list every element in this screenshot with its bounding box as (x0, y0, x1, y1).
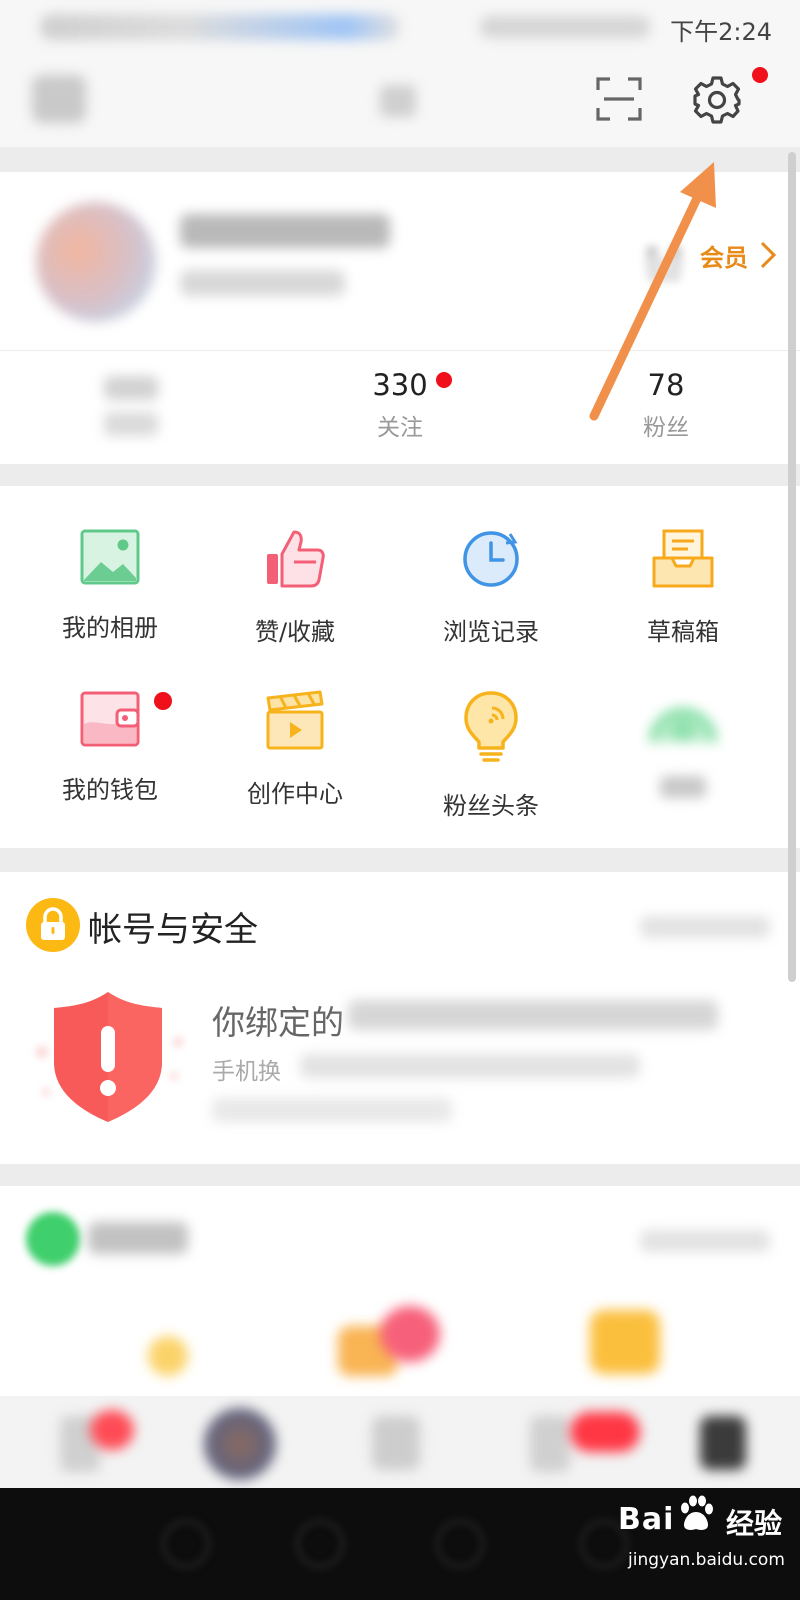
watermark-brand-left: Bai (618, 1502, 675, 1537)
photo-album-icon (80, 529, 140, 585)
account-security-section[interactable]: 帐号与安全 你绑定的 手机换 (0, 872, 800, 1164)
tab-video-icon[interactable] (204, 1408, 276, 1480)
security-message-blurred (212, 1098, 452, 1122)
wallet-badge-dot (154, 692, 172, 710)
blurred-section-more[interactable] (640, 1230, 770, 1252)
grid-item-label: 草稿箱 (647, 618, 719, 646)
security-message-blurred (300, 1054, 640, 1078)
blurred-section-title (88, 1222, 188, 1254)
vip-label[interactable]: 会员 (700, 238, 748, 273)
thumbs-up-icon (267, 530, 325, 588)
stat-blurred-value (104, 376, 158, 400)
following-label: 关注 (377, 415, 423, 441)
grid-item-blurred[interactable] (588, 690, 778, 798)
blurred-item-icon[interactable] (148, 1336, 188, 1376)
section-more-blurred[interactable] (640, 916, 770, 938)
tab-badge (570, 1412, 640, 1452)
stat-fans[interactable]: 78 粉丝 (606, 368, 726, 442)
blurred-green-icon (649, 708, 717, 743)
function-grid: 我的相册 赞/收藏 浏览记录 草稿箱 我的钱包 创作中心 粉丝头条 (0, 486, 800, 848)
grid-item-fans-headline[interactable]: 粉丝头条 (396, 690, 586, 821)
status-bar: 下午2:24 (0, 0, 800, 55)
lightbulb-icon (464, 691, 518, 762)
scan-icon[interactable] (596, 77, 642, 121)
grid-item-label: 我的相册 (62, 614, 158, 642)
grid-item-label: 我的钱包 (62, 776, 158, 804)
profile-card[interactable]: 会员 330 关注 78 粉丝 (0, 172, 800, 464)
grid-item-history[interactable]: 浏览记录 (396, 528, 586, 647)
clapperboard-icon (266, 690, 324, 750)
status-bar-blurred-info (40, 14, 400, 40)
grid-item-label: 浏览记录 (443, 618, 539, 646)
nav-home-icon[interactable] (296, 1520, 344, 1568)
baidu-jingyan-watermark: Bai 经验 jingyan.baidu.com (618, 1484, 790, 1584)
menu-icon[interactable] (32, 75, 86, 123)
scrollbar[interactable] (788, 152, 796, 982)
blurred-section-icon (26, 1212, 80, 1266)
draft-box-icon (652, 529, 714, 588)
tab-message-icon[interactable] (530, 1416, 570, 1472)
warning-shield-icon (36, 992, 183, 1122)
grid-item-blurred-label (660, 776, 706, 798)
top-nav (0, 55, 800, 147)
fans-label: 粉丝 (643, 415, 689, 441)
section-divider (0, 1164, 800, 1186)
title-icon (380, 85, 416, 117)
blurred-item-icon[interactable] (590, 1310, 660, 1374)
vip-basket-icon (644, 245, 684, 282)
nav-recents-icon[interactable] (436, 1520, 484, 1568)
user-subtitle-blurred (180, 270, 345, 296)
section-divider (0, 464, 800, 486)
avatar[interactable] (36, 202, 156, 322)
grid-item-drafts[interactable]: 草稿箱 (588, 528, 778, 647)
grid-item-label: 创作中心 (247, 780, 343, 808)
grid-item-wallet[interactable]: 我的钱包 (15, 690, 205, 805)
chevron-right-icon[interactable] (758, 240, 778, 270)
grid-item-label: 粉丝头条 (443, 792, 539, 820)
wallet-icon (80, 691, 140, 747)
settings-badge-dot (752, 67, 768, 83)
blurred-item-icon[interactable] (380, 1306, 440, 1362)
watermark-brand-right: 经验 (726, 1507, 783, 1540)
tab-badge (90, 1410, 134, 1450)
security-message-line1: 你绑定的 (212, 1003, 344, 1042)
grid-item-likes[interactable]: 赞/收藏 (200, 528, 390, 647)
tab-publish-icon[interactable] (372, 1416, 420, 1470)
paw-logo-icon (681, 1495, 713, 1530)
settings-gear-icon[interactable] (692, 75, 742, 125)
profile-separator (0, 350, 800, 351)
status-bar-blurred-signal (480, 16, 650, 38)
section-title: 帐号与安全 (88, 910, 258, 950)
nav-back-icon[interactable] (162, 1520, 210, 1568)
grid-item-creator-center[interactable]: 创作中心 (200, 690, 390, 809)
username-blurred (180, 214, 390, 248)
history-clock-icon (463, 531, 519, 587)
watermark-url: jingyan.baidu.com (628, 1550, 785, 1570)
section-divider (0, 147, 800, 172)
lock-icon (26, 898, 80, 952)
status-time: 下午2:24 (670, 18, 772, 46)
grid-item-album[interactable]: 我的相册 (15, 528, 205, 643)
fans-count: 78 (647, 368, 685, 402)
stat-blurred-label (104, 412, 158, 436)
security-message-blurred (348, 1000, 718, 1030)
security-message-line2: 手机换 (212, 1059, 281, 1085)
section-divider (0, 848, 800, 872)
following-badge-dot (436, 372, 452, 388)
tab-profile-icon[interactable] (700, 1416, 746, 1470)
grid-item-label: 赞/收藏 (254, 618, 336, 646)
blurred-section[interactable] (0, 1186, 800, 1396)
